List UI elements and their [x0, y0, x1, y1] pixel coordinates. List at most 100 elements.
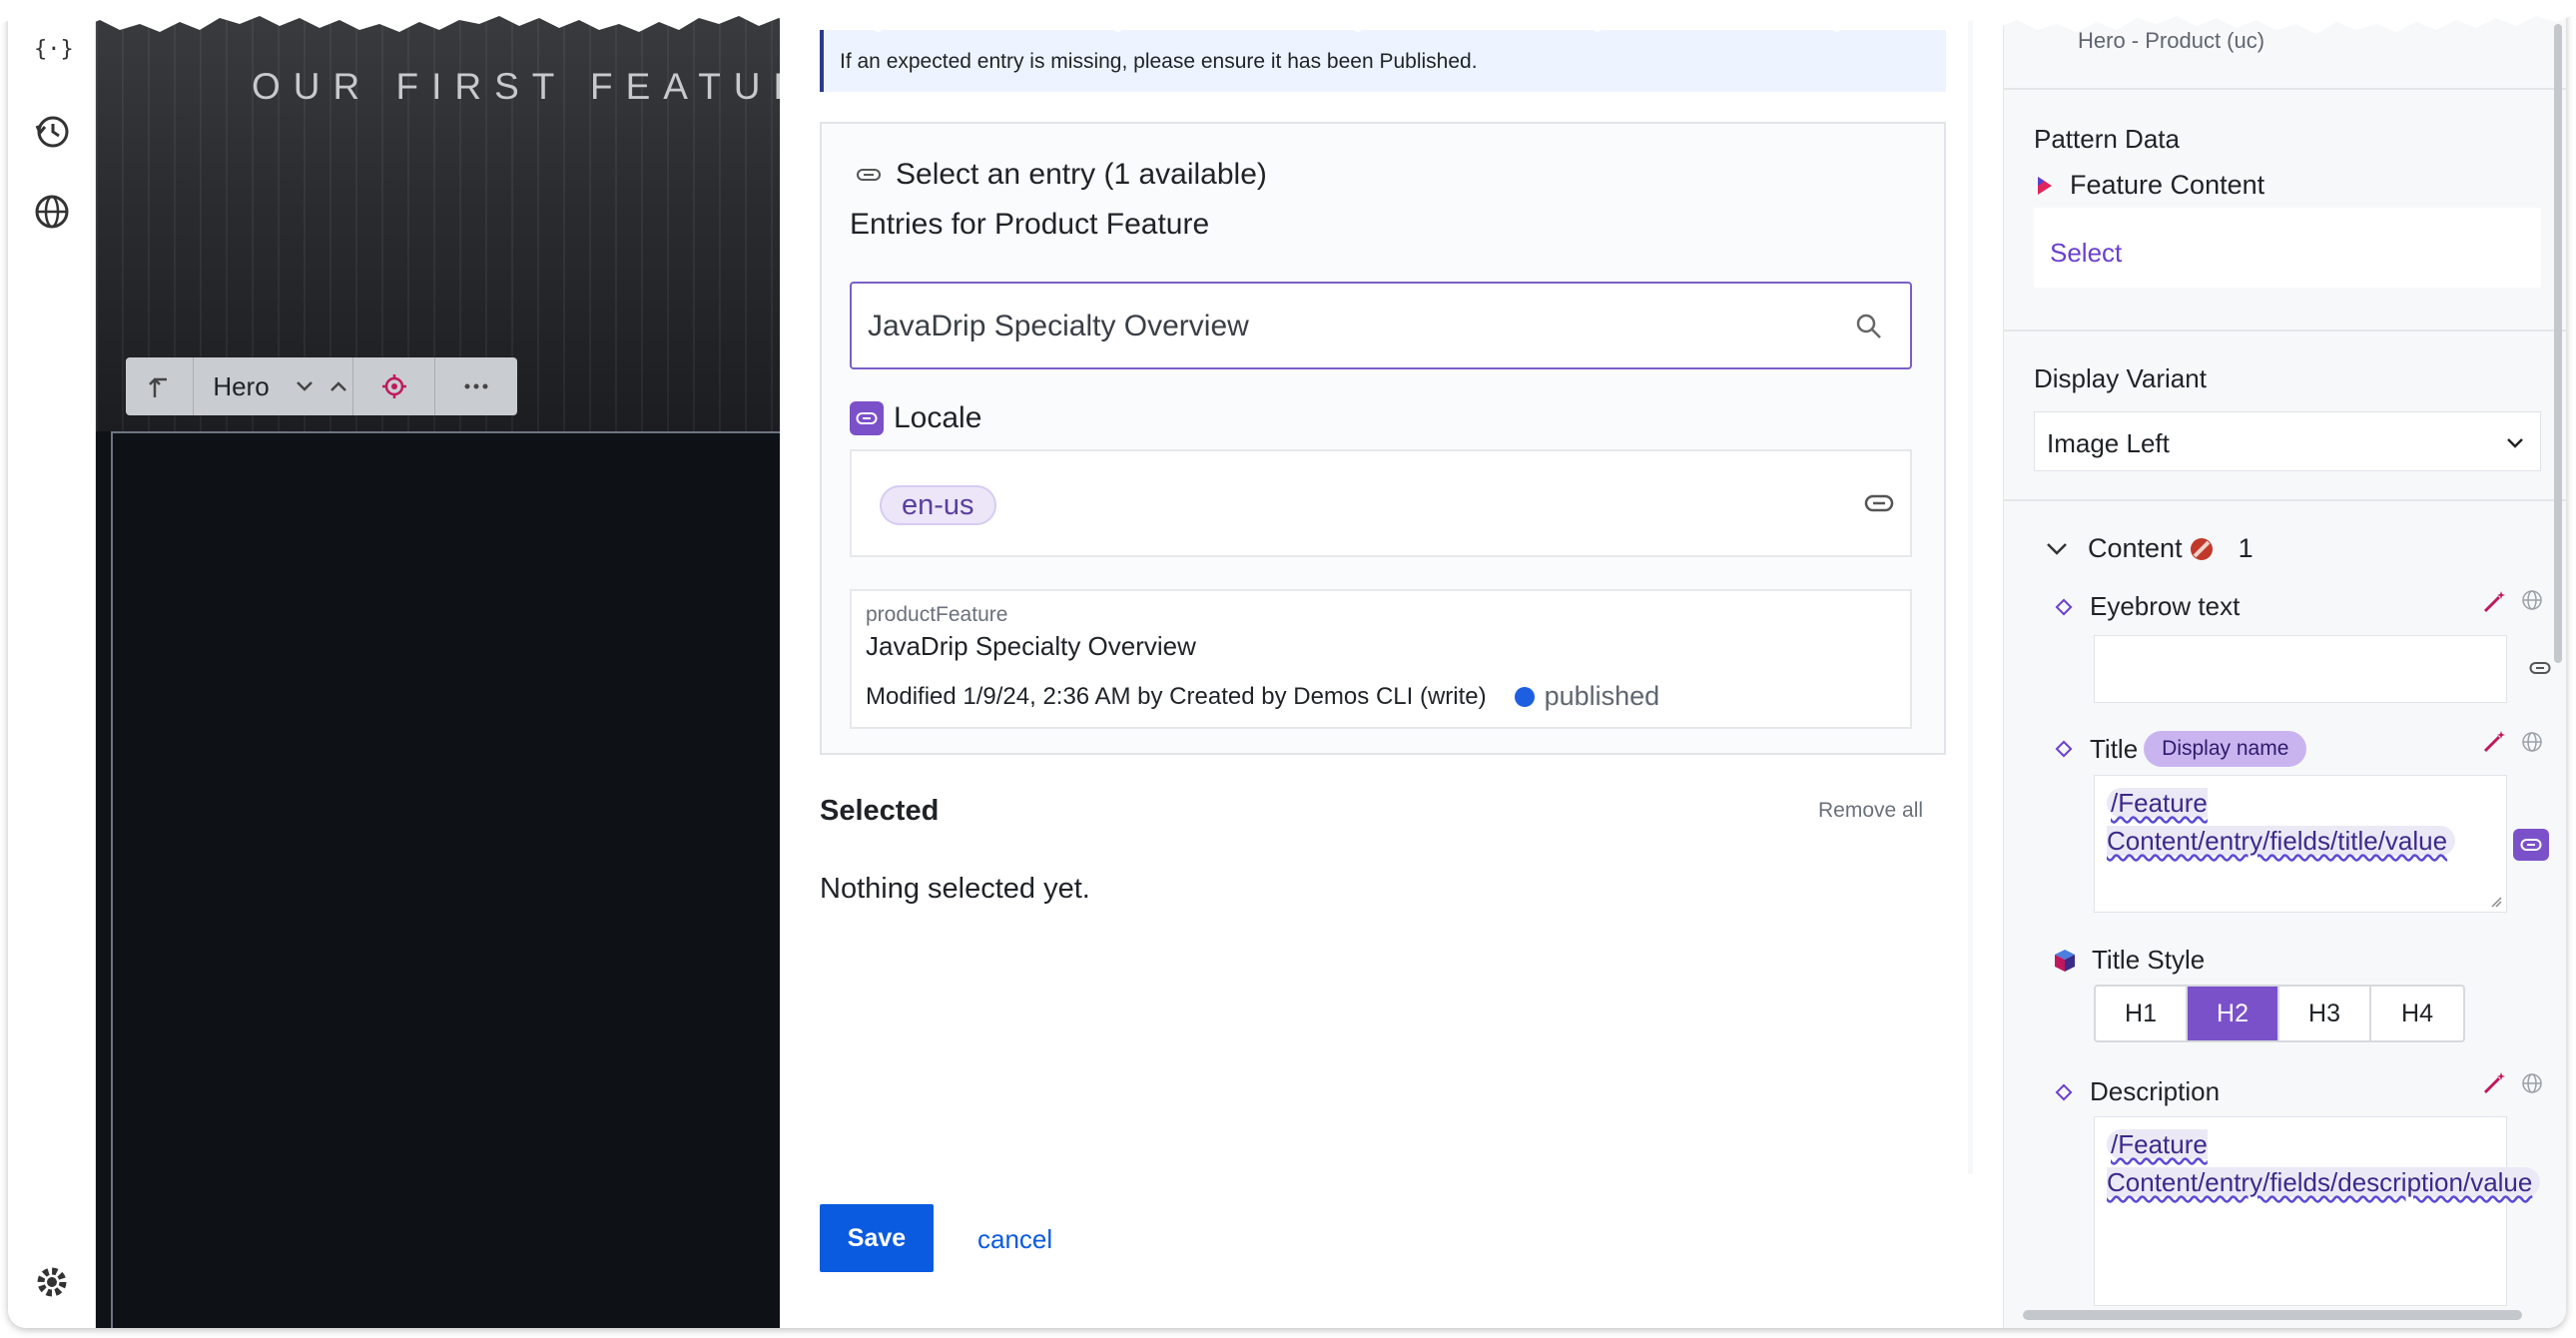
entries-for-label: Entries for Product Feature: [850, 208, 1210, 241]
globe-icon[interactable]: [2521, 1072, 2543, 1094]
globe-icon[interactable]: [2521, 589, 2543, 611]
display-variant-select[interactable]: Image Left: [2034, 411, 2541, 471]
no-data-icon: [2190, 537, 2213, 560]
title-style-label: Title Style: [2052, 945, 2205, 976]
left-rail: {·}: [8, 0, 96, 1328]
properties-panel: Hero - Product (uc) Pattern Data Feature…: [2003, 0, 2566, 1328]
search-value[interactable]: JavaDrip Specialty Overview: [868, 310, 1249, 343]
title-style-h2[interactable]: H2: [2188, 987, 2279, 1040]
chevron-down-icon[interactable]: [2046, 542, 2068, 556]
properties-horizontal-scrollbar[interactable]: [2023, 1310, 2522, 1320]
select-entry-heading-text: Select an entry (1 available): [896, 158, 1267, 191]
torn-edge-decoration: [0, 0, 2576, 34]
save-button[interactable]: Save: [820, 1204, 934, 1272]
block-name-selector[interactable]: Hero: [194, 357, 353, 415]
settings-gear-icon[interactable]: [30, 1260, 74, 1304]
divider: [2004, 330, 2566, 332]
display-variant-value: Image Left: [2047, 428, 2170, 458]
description-label: Description: [2054, 1076, 2220, 1107]
title-style-label-text: Title Style: [2092, 945, 2206, 975]
entry-modified: Modified 1/9/24, 2:36 AM by Created by D…: [866, 682, 1487, 710]
chevron-down-icon[interactable]: [296, 380, 314, 392]
cancel-link[interactable]: cancel: [977, 1224, 1052, 1255]
eyebrow-text-input[interactable]: [2094, 635, 2507, 703]
title-binding-field[interactable]: /Feature Content/entry/fields/title/valu…: [2094, 775, 2507, 913]
dynamic-token-icon: [850, 401, 884, 435]
magic-wand-icon[interactable]: [2481, 589, 2507, 615]
more-options-icon[interactable]: [435, 357, 517, 415]
title-label-text: Title: [2090, 733, 2139, 764]
locate-target-icon[interactable]: [353, 357, 435, 415]
content-group-toggle[interactable]: Content 1: [2046, 533, 2254, 564]
entry-search-input[interactable]: JavaDrip Specialty Overview: [850, 282, 1912, 369]
info-banner-text: If an expected entry is missing, please …: [840, 50, 1478, 73]
diamond-icon: [2055, 1083, 2073, 1100]
selected-block-outline[interactable]: [111, 431, 780, 1328]
empty-selection-message: Nothing selected yet.: [820, 873, 1090, 905]
status-dot-icon: [1514, 686, 1535, 707]
select-link[interactable]: Select: [2050, 238, 2122, 269]
title-style-h3[interactable]: H3: [2279, 987, 2371, 1040]
cube-icon: [2055, 949, 2075, 972]
entry-search-card: Select an entry (1 available) Entries fo…: [820, 122, 1946, 755]
entry-meta: Modified 1/9/24, 2:36 AM by Created by D…: [866, 681, 1659, 712]
locale-heading: Locale: [850, 401, 981, 435]
selected-heading: Selected: [820, 795, 940, 827]
title-label: Title Display name: [2054, 731, 2307, 767]
display-name-badge: Display name: [2144, 731, 2307, 767]
title-style-h4[interactable]: H4: [2371, 987, 2463, 1040]
canvas-preview[interactable]: OUR FIRST FEATURE Hero: [96, 0, 780, 1328]
resize-handle-icon[interactable]: [2490, 896, 2502, 908]
divider: [2004, 499, 2566, 501]
description-binding-field[interactable]: /Feature Content/entry/fields/descriptio…: [2094, 1116, 2541, 1306]
content-group-label: Content: [2088, 533, 2183, 563]
description-binding-chip[interactable]: /Feature Content/entry/fields/descriptio…: [2107, 1125, 2541, 1201]
select-parent-icon[interactable]: [126, 357, 194, 415]
chevron-up-icon[interactable]: [329, 380, 347, 392]
content-count: 1: [2238, 533, 2254, 563]
globe-icon[interactable]: [30, 190, 74, 234]
dynamic-token-button[interactable]: [2513, 829, 2549, 861]
title-style-h1[interactable]: H1: [2096, 987, 2188, 1040]
globe-icon[interactable]: [2521, 731, 2543, 753]
remove-all-link[interactable]: Remove all: [1818, 799, 1923, 823]
entry-selector-footer: Save cancel: [780, 1174, 1973, 1328]
link-icon[interactable]: [2529, 661, 2551, 675]
diamond-icon: [2055, 740, 2073, 758]
link-icon[interactable]: [1864, 491, 1894, 515]
magic-wand-icon[interactable]: [2481, 1070, 2507, 1096]
block-name: Hero: [213, 370, 270, 401]
diamond-icon: [2055, 598, 2073, 615]
magic-wand-icon[interactable]: [2481, 729, 2507, 755]
description-binding-text: /Feature Content/entry/fields/descriptio…: [2107, 1129, 2541, 1197]
feature-content-label: Feature Content: [2070, 170, 2265, 200]
entry-status: published: [1544, 681, 1660, 711]
pattern-data-label: Pattern Data: [2034, 124, 2180, 154]
locale-field[interactable]: en-us: [850, 449, 1912, 557]
data-resource-select: Select: [2034, 208, 2541, 288]
display-variant-label: Display Variant: [2034, 363, 2207, 393]
entry-selector-body: If an expected entry is missing, please …: [780, 0, 1968, 1174]
entry-result-row[interactable]: productFeature JavaDrip Specialty Overvi…: [850, 589, 1912, 729]
locale-pill[interactable]: en-us: [880, 485, 996, 525]
properties-vertical-scrollbar[interactable]: [2554, 24, 2562, 663]
title-style-segmented-control: H1 H2 H3 H4: [2094, 985, 2465, 1042]
entry-selector-panel: If an expected entry is missing, please …: [780, 0, 1973, 1328]
eyebrow-text-label-text: Eyebrow text: [2090, 591, 2241, 621]
title-binding-text: /Feature Content/entry/fields/title/valu…: [2107, 788, 2456, 856]
locale-label: Locale: [894, 401, 982, 434]
history-icon[interactable]: [30, 110, 74, 154]
block-toolbar: Hero: [126, 357, 517, 415]
data-source-icon: [2038, 176, 2052, 195]
entry-name: JavaDrip Specialty Overview: [866, 631, 1196, 661]
search-icon[interactable]: [1854, 312, 1884, 341]
feature-content-row: Feature Content: [2034, 170, 2264, 201]
description-label-text: Description: [2090, 1076, 2221, 1106]
link-icon: [857, 169, 881, 181]
app-window: {·} OUR FIRST FEATURE Hero: [8, 0, 2566, 1328]
chevron-down-icon: [2507, 438, 2523, 448]
title-binding-chip[interactable]: /Feature Content/entry/fields/title/valu…: [2107, 784, 2506, 860]
select-entry-heading: Select an entry (1 available): [856, 158, 1267, 192]
entry-content-type: productFeature: [866, 603, 1008, 626]
eyebrow-text-label: Eyebrow text: [2054, 591, 2240, 622]
